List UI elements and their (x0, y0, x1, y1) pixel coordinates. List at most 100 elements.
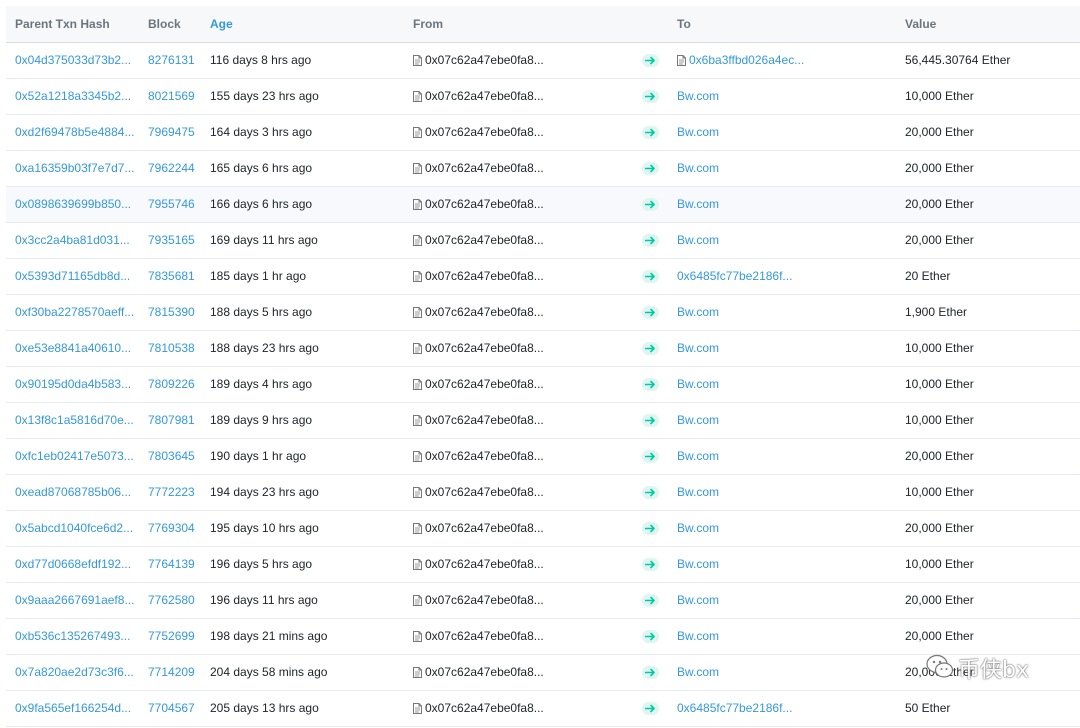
to-address[interactable]: 0x6ba3ffbd026a4ec... (677, 43, 804, 80)
block-link[interactable]: 7835681 (148, 259, 195, 294)
block-link[interactable]: 7764139 (148, 547, 195, 582)
block-link[interactable]: 7935165 (148, 223, 195, 258)
to-address-link[interactable]: Bw.com (677, 593, 719, 607)
to-address[interactable]: 0x6485fc77be2186f... (677, 691, 792, 726)
file-document-icon (413, 441, 422, 476)
to-address-link[interactable]: Bw.com (677, 161, 719, 175)
arrow-right-icon (642, 558, 659, 571)
table-row: 0xead87068785b06... 7772223 194 days 23 hr… (6, 475, 1080, 511)
parent-txn-hash-link[interactable]: 0x13f8c1a5816d70e... (15, 403, 134, 438)
to-address[interactable]: Bw.com (677, 223, 719, 258)
block-link[interactable]: 7762580 (148, 583, 195, 618)
to-address[interactable]: Bw.com (677, 187, 719, 222)
to-address-link[interactable]: Bw.com (677, 485, 719, 499)
parent-txn-hash-link[interactable]: 0x5393d71165db8d... (15, 259, 130, 294)
parent-txn-hash-link[interactable]: 0x7a820ae2d73c3f6... (15, 655, 134, 690)
to-address[interactable]: Bw.com (677, 619, 719, 654)
to-address-link[interactable]: Bw.com (677, 197, 719, 211)
file-document-icon (413, 621, 422, 656)
age-text: 190 days 1 hr ago (210, 449, 307, 463)
to-address[interactable]: Bw.com (677, 583, 719, 618)
to-address[interactable]: Bw.com (677, 475, 719, 510)
block-link[interactable]: 7714209 (148, 655, 195, 690)
to-address[interactable]: Bw.com (677, 115, 719, 150)
value-text: 20,000 Ether (905, 233, 974, 247)
to-address[interactable]: Bw.com (677, 511, 719, 546)
to-address[interactable]: Bw.com (677, 151, 719, 186)
block-link[interactable]: 8021569 (148, 79, 195, 114)
to-address[interactable]: Bw.com (677, 439, 719, 474)
value-text: 20,000 Ether (905, 197, 974, 211)
parent-txn-hash-link[interactable]: 0x9aaa2667691aef8... (15, 583, 134, 618)
value-text: 20 Ether (905, 269, 951, 283)
parent-txn-hash-link[interactable]: 0xa16359b03f7e7d7... (15, 151, 134, 186)
to-address-link[interactable]: Bw.com (677, 125, 719, 139)
file-document-icon (413, 189, 422, 224)
block-link[interactable]: 7955746 (148, 187, 195, 222)
arrow-right-icon (642, 450, 659, 463)
to-address-link[interactable]: Bw.com (677, 233, 719, 247)
block-link[interactable]: 7803645 (148, 439, 195, 474)
parent-txn-hash-link[interactable]: 0xead87068785b06... (15, 475, 131, 510)
to-address-link[interactable]: 0x6485fc77be2186f... (677, 701, 792, 715)
parent-txn-hash-link[interactable]: 0x0898639699b850... (15, 187, 131, 222)
parent-txn-hash-link[interactable]: 0x9fa565ef166254d... (15, 691, 131, 726)
to-address-link[interactable]: Bw.com (677, 305, 719, 319)
to-address[interactable]: Bw.com (677, 655, 719, 690)
to-address-link[interactable]: 0x6ba3ffbd026a4ec... (689, 53, 804, 67)
age-text: 189 days 4 hrs ago (210, 377, 313, 391)
block-link[interactable]: 7772223 (148, 475, 195, 510)
parent-txn-hash-link[interactable]: 0xfc1eb02417e5073... (15, 439, 134, 474)
to-address-link[interactable]: Bw.com (677, 629, 719, 643)
file-document-icon (413, 585, 422, 620)
arrow-right-icon (642, 126, 659, 139)
block-link[interactable]: 7769304 (148, 511, 195, 546)
block-link[interactable]: 7815390 (148, 295, 195, 330)
column-header-age[interactable]: Age (210, 6, 233, 42)
parent-txn-hash-link[interactable]: 0x5abcd1040fce6d2... (15, 511, 133, 546)
block-link[interactable]: 7809226 (148, 367, 195, 402)
from-address-text: 0x07c62a47ebe0fa8... (425, 269, 544, 283)
to-address-link[interactable]: Bw.com (677, 377, 719, 391)
parent-txn-hash-link[interactable]: 0xd77d0668efdf192... (15, 547, 131, 582)
table-row: 0x3cc2a4ba81d031... 7935165 169 days 11 hr… (6, 223, 1080, 259)
value-text: 10,000 Ether (905, 89, 974, 103)
to-address-link[interactable]: 0x6485fc77be2186f... (677, 269, 792, 283)
to-address[interactable]: 0x6485fc77be2186f... (677, 259, 792, 294)
to-address-link[interactable]: Bw.com (677, 557, 719, 571)
block-link[interactable]: 7807981 (148, 403, 195, 438)
value-text: 1,900 Ether (905, 305, 968, 319)
block-link[interactable]: 7962244 (148, 151, 195, 186)
to-address[interactable]: Bw.com (677, 295, 719, 330)
to-address[interactable]: Bw.com (677, 331, 719, 366)
block-link[interactable]: 7810538 (148, 331, 195, 366)
block-link[interactable]: 7704567 (148, 691, 195, 726)
parent-txn-hash-link[interactable]: 0xe53e8841a40610... (15, 331, 131, 366)
block-link[interactable]: 7752699 (148, 619, 195, 654)
to-address[interactable]: Bw.com (677, 367, 719, 402)
to-address-link[interactable]: Bw.com (677, 521, 719, 535)
block-link[interactable]: 7969475 (148, 115, 195, 150)
parent-txn-hash-link[interactable]: 0xf30ba2278570aeff... (15, 295, 134, 330)
to-address-link[interactable]: Bw.com (677, 665, 719, 679)
parent-txn-hash-link[interactable]: 0xb536c135267493... (15, 619, 130, 654)
value-text: 20,000 Ether (905, 125, 974, 139)
block-link[interactable]: 8276131 (148, 43, 195, 78)
to-address-link[interactable]: Bw.com (677, 413, 719, 427)
column-header-parent-txn-hash: Parent Txn Hash (15, 17, 110, 31)
to-address-link[interactable]: Bw.com (677, 341, 719, 355)
parent-txn-hash-link[interactable]: 0x04d375033d73b2... (15, 43, 131, 78)
to-address-link[interactable]: Bw.com (677, 89, 719, 103)
file-document-icon (413, 513, 422, 548)
parent-txn-hash-link[interactable]: 0x3cc2a4ba81d031... (15, 223, 130, 258)
parent-txn-hash-link[interactable]: 0x90195d0da4b583... (15, 367, 131, 402)
value-text: 20,000 Ether (905, 593, 974, 607)
arrow-right-icon (642, 378, 659, 391)
to-address[interactable]: Bw.com (677, 547, 719, 582)
to-address[interactable]: Bw.com (677, 79, 719, 114)
parent-txn-hash-link[interactable]: 0x52a1218a3345b2... (15, 79, 131, 114)
arrow-right-icon (642, 702, 659, 715)
to-address-link[interactable]: Bw.com (677, 449, 719, 463)
to-address[interactable]: Bw.com (677, 403, 719, 438)
parent-txn-hash-link[interactable]: 0xd2f69478b5e4884... (15, 115, 134, 150)
